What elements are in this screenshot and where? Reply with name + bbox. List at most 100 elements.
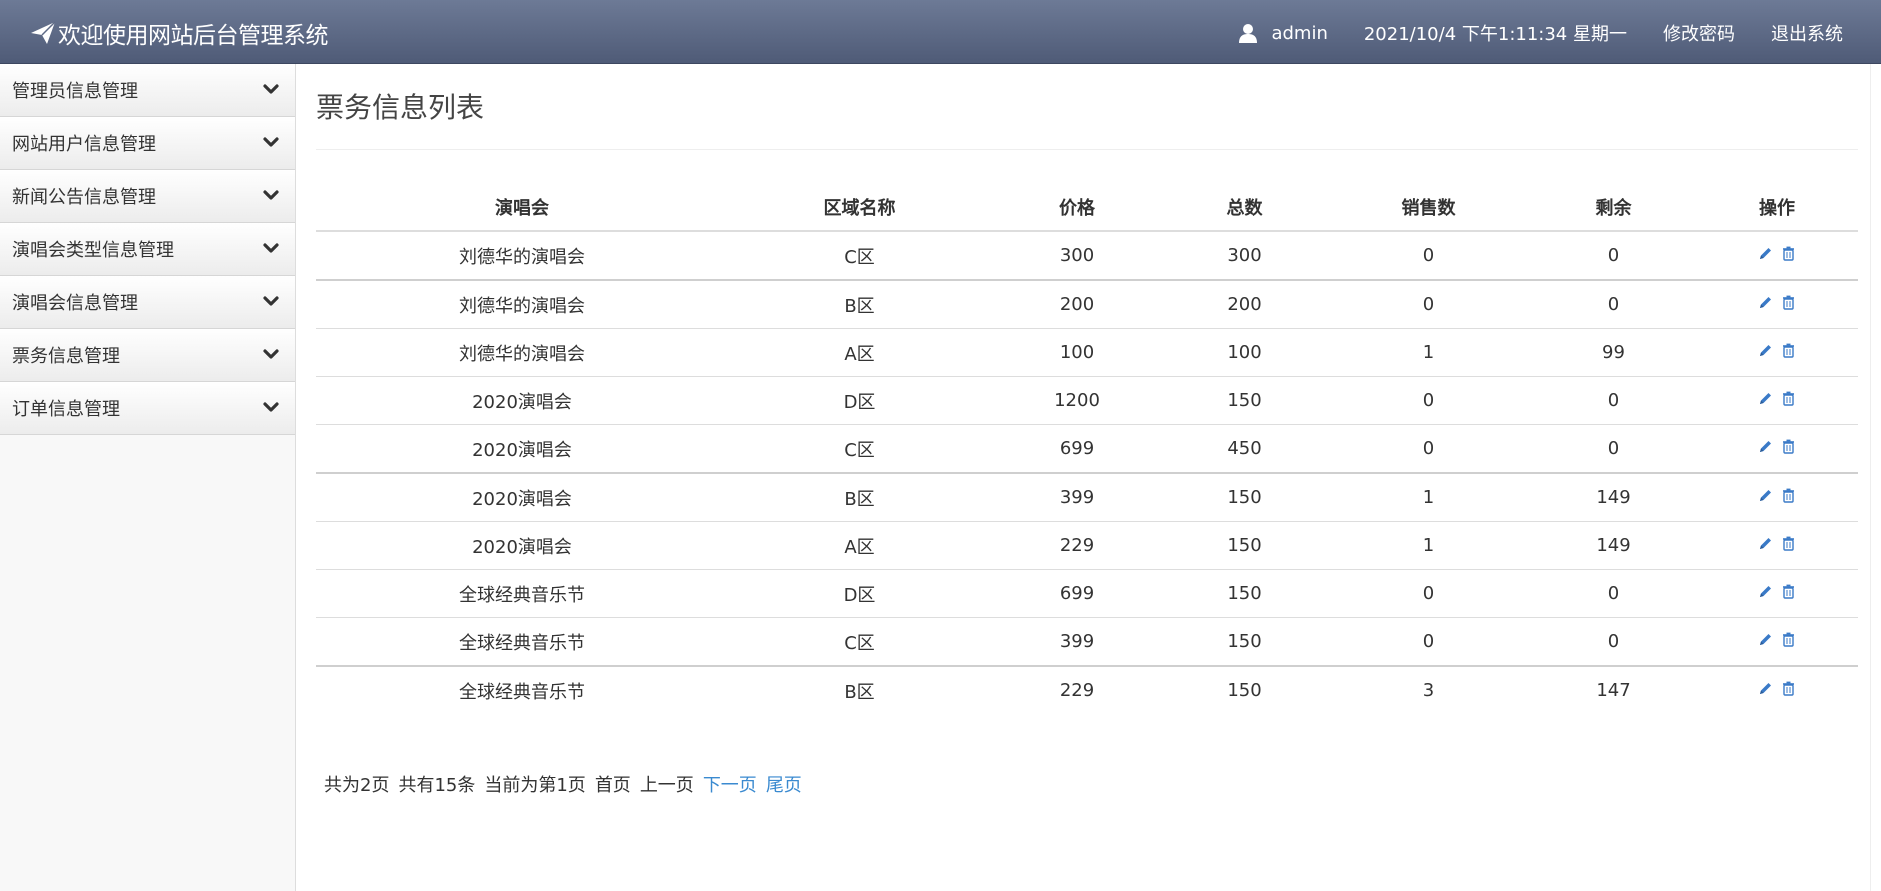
column-header: 销售数	[1326, 183, 1531, 232]
top-header: 欢迎使用网站后台管理系统 admin 2021/10/4 下午1:11:34 星…	[0, 0, 1881, 64]
pager-last[interactable]: 尾页	[766, 771, 802, 797]
trash-icon[interactable]	[1781, 391, 1796, 406]
column-header: 演唱会	[316, 183, 728, 232]
table-cell: 全球经典音乐节	[316, 569, 728, 618]
change-password-link[interactable]: 修改密码	[1663, 20, 1735, 46]
table-cell: C区	[728, 617, 991, 666]
sidebar-item[interactable]: 演唱会信息管理	[0, 276, 295, 329]
table-cell: 100	[1163, 328, 1326, 377]
chevron-down-icon	[263, 243, 279, 253]
table-cell: 300	[1163, 230, 1326, 280]
pager-first: 首页	[594, 775, 631, 796]
edit-icon[interactable]	[1758, 439, 1773, 454]
sidebar-item[interactable]: 新闻公告信息管理	[0, 170, 295, 223]
chevron-down-icon	[263, 190, 279, 200]
pager-next[interactable]: 下一页	[703, 771, 757, 797]
chevron-down-icon	[263, 296, 279, 306]
chevron-down-icon	[263, 84, 279, 94]
edit-icon[interactable]	[1758, 343, 1773, 358]
trash-icon[interactable]	[1781, 246, 1796, 261]
table-cell: 699	[991, 569, 1163, 618]
table-cell: 3	[1326, 665, 1531, 714]
trash-icon[interactable]	[1781, 343, 1796, 358]
sidebar-item-label: 演唱会类型信息管理	[12, 240, 174, 261]
table-cell: 399	[991, 617, 1163, 666]
edit-icon[interactable]	[1758, 295, 1773, 310]
datetime: 2021/10/4 下午1:11:34 星期一	[1363, 24, 1627, 45]
chevron-down-icon	[263, 137, 279, 147]
sidebar-item[interactable]: 管理员信息管理	[0, 64, 295, 117]
top-nav: admin 2021/10/4 下午1:11:34 星期一 修改密码 退出系统	[1239, 20, 1843, 46]
table-cell: 0	[1326, 230, 1531, 280]
sidebar-item-label: 演唱会信息管理	[12, 293, 138, 314]
ticket-table: 演唱会 区域名称 价格 总数 销售数 剩余 操作 刘德华的演唱会 C区 300 300 0 0 刘德华的…	[316, 183, 1858, 714]
username: admin	[1271, 22, 1328, 44]
sidebar-item[interactable]: 订单信息管理	[0, 382, 295, 435]
trash-icon[interactable]	[1781, 584, 1796, 599]
table-row: 全球经典音乐节 C区 399 150 0 0	[316, 617, 1858, 666]
edit-icon[interactable]	[1758, 488, 1773, 503]
trash-icon[interactable]	[1781, 536, 1796, 551]
table-cell: C区	[728, 230, 991, 280]
table-cell: 0	[1326, 424, 1531, 473]
sidebar-item-label: 订单信息管理	[12, 399, 120, 420]
trash-icon[interactable]	[1781, 439, 1796, 454]
table-cell: 0	[1326, 617, 1531, 666]
table-cell: 150	[1163, 665, 1326, 714]
brand-title: 欢迎使用网站后台管理系统	[58, 23, 329, 49]
column-header: 总数	[1163, 183, 1326, 232]
actions-cell	[1696, 279, 1858, 329]
column-header: 区域名称	[728, 183, 991, 232]
actions-cell	[1696, 521, 1858, 570]
table-header-row: 演唱会 区域名称 价格 总数 销售数 剩余 操作	[316, 183, 1858, 232]
table-cell: B区	[728, 279, 991, 329]
brand: 欢迎使用网站后台管理系统	[30, 16, 329, 50]
table-cell: B区	[728, 665, 991, 714]
table-cell: 0	[1326, 376, 1531, 425]
table-cell: 200	[991, 279, 1163, 329]
table-cell: 0	[1531, 569, 1696, 618]
edit-icon[interactable]	[1758, 584, 1773, 599]
table-cell: B区	[728, 472, 991, 522]
sidebar: 管理员信息管理 网站用户信息管理新闻公告信息管理演唱会类型信息管理 演唱会信息管理票…	[0, 64, 296, 891]
edit-icon[interactable]	[1758, 391, 1773, 406]
table-cell: 全球经典音乐节	[316, 617, 728, 666]
table-row: 刘德华的演唱会 B区 200 200 0 0	[316, 279, 1858, 329]
trash-icon[interactable]	[1781, 632, 1796, 647]
trash-icon[interactable]	[1781, 681, 1796, 696]
table-row: 2020演唱会 C区 699 450 0 0	[316, 424, 1858, 473]
sidebar-item[interactable]: 演唱会类型信息管理	[0, 223, 295, 276]
actions-cell	[1696, 617, 1858, 666]
edit-icon[interactable]	[1758, 681, 1773, 696]
sidebar-item-label: 网站用户信息管理	[12, 134, 156, 155]
trash-icon[interactable]	[1781, 488, 1796, 503]
sidebar-item-label: 管理员信息管理	[12, 81, 138, 102]
table-cell: 1	[1326, 472, 1531, 522]
table-cell: A区	[728, 521, 991, 570]
pager-total-pages: 共为2页	[324, 775, 390, 796]
table-cell: 0	[1531, 424, 1696, 473]
edit-icon[interactable]	[1758, 632, 1773, 647]
table-row: 2020演唱会 D区 1200 150 0 0	[316, 376, 1858, 425]
user-info[interactable]: admin	[1239, 22, 1328, 44]
trash-icon[interactable]	[1781, 295, 1796, 310]
pagination: 共为2页 共有15条 当前为第1页 首页 上一页 下一页 尾页	[324, 771, 1860, 797]
table-cell: 刘德华的演唱会	[316, 328, 728, 377]
edit-icon[interactable]	[1758, 246, 1773, 261]
sidebar-item[interactable]: 票务信息管理	[0, 329, 295, 382]
edit-icon[interactable]	[1758, 536, 1773, 551]
table-row: 2020演唱会 A区 229 150 1 149	[316, 521, 1858, 570]
table-cell: 229	[991, 665, 1163, 714]
table-cell: C区	[728, 424, 991, 473]
paper-plane-icon	[31, 21, 56, 44]
logout-link[interactable]: 退出系统	[1771, 20, 1843, 46]
actions-cell	[1696, 569, 1858, 618]
actions-cell	[1696, 376, 1858, 425]
table-cell: 150	[1163, 472, 1326, 522]
scrollbar[interactable]	[1870, 64, 1881, 891]
table-row: 全球经典音乐节 D区 699 150 0 0	[316, 569, 1858, 618]
table-cell: 2020演唱会	[316, 521, 728, 570]
table-cell: 刘德华的演唱会	[316, 279, 728, 329]
table-row: 刘德华的演唱会 A区 100 100 1 99	[316, 328, 1858, 377]
sidebar-item[interactable]: 网站用户信息管理	[0, 117, 295, 170]
